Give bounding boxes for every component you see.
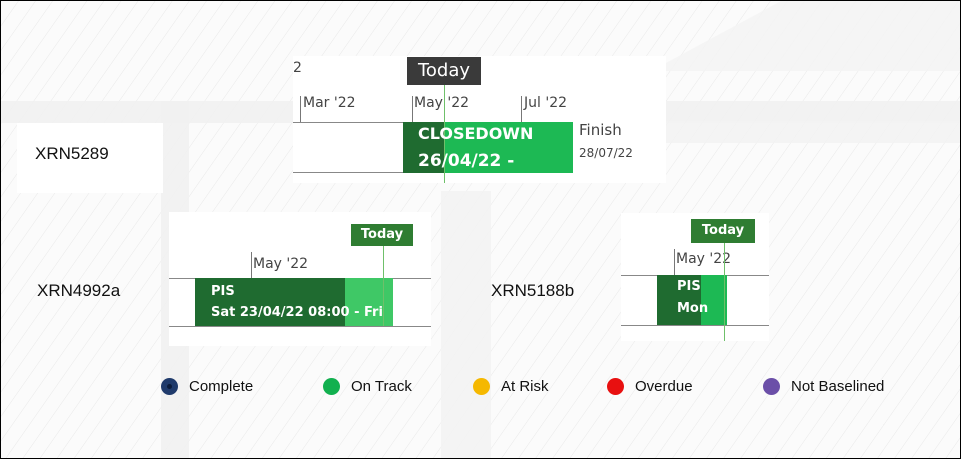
- on-track-dot-icon: [323, 378, 340, 395]
- today-marker: Today: [351, 224, 413, 246]
- tick-label-mar: Mar '22: [303, 95, 356, 111]
- tick-label-may: May '22: [253, 256, 309, 272]
- gantt-bar-task-date: Sat 23/04/22 08:00 - Fri: [211, 305, 383, 320]
- gantt-bar-task-name: PIS: [677, 279, 701, 294]
- slide-frame: XRN5289 2 Today Mar '22 May '22 Jul '22 …: [0, 0, 961, 459]
- at-risk-dot-icon: [473, 378, 490, 395]
- legend-label: At Risk: [501, 378, 549, 395]
- gantt-bar-task-name: PIS: [211, 284, 235, 299]
- legend-item-overdue: Overdue: [607, 378, 693, 395]
- tick-line-may: [674, 249, 675, 275]
- legend-label: Not Baselined: [791, 378, 885, 395]
- finish-label: Finish: [579, 121, 622, 139]
- gantt-snippet-xrn4992a: Today May '22 PIS Sat 23/04/22 08:00 - F…: [169, 212, 431, 346]
- legend-item-not-baselined: Not Baselined: [763, 378, 884, 395]
- tick-line-jul: [521, 96, 522, 122]
- tick-line-may: [412, 96, 413, 122]
- today-marker: Today: [407, 57, 481, 85]
- tick-line-may: [251, 252, 252, 278]
- gantt-snippet-xrn5289: 2 Today Mar '22 May '22 Jul '22 CLOSEDOW…: [293, 56, 666, 183]
- row-bottom-line: [621, 325, 769, 326]
- gantt-bar-task-name: CLOSEDOWN: [418, 124, 534, 143]
- gantt-snippet-xrn5188b: Today May '22 PIS Mon: [621, 213, 769, 341]
- legend-label: Complete: [189, 378, 254, 395]
- tick-label-may: May '22: [414, 95, 470, 111]
- today-line: [724, 243, 725, 341]
- legend-label: On Track: [351, 378, 412, 395]
- tick-label-partial: 2: [293, 60, 302, 76]
- tick-line-mar: [300, 96, 301, 122]
- legend-label: Overdue: [635, 378, 693, 395]
- not-baselined-dot-icon: [763, 378, 780, 395]
- legend-item-complete: Complete: [161, 378, 253, 395]
- tick-label-may: May '22: [676, 251, 732, 267]
- gantt-bar-task-date: 26/04/22 -: [418, 151, 515, 171]
- legend-item-at-risk: At Risk: [473, 378, 549, 395]
- gantt-bar-task-date: Mon: [677, 301, 709, 316]
- row-label-xrn5188b: XRN5188b: [491, 281, 575, 300]
- overdue-dot-icon: [607, 378, 624, 395]
- row-label-xrn5289: XRN5289: [35, 144, 109, 163]
- complete-dot-icon: [161, 378, 178, 395]
- row-bottom-line: [293, 172, 405, 173]
- row-top-line: [293, 122, 405, 123]
- row-bottom-line: [169, 326, 431, 327]
- finish-date: 28/07/22: [579, 146, 633, 160]
- legend-item-on-track: On Track: [323, 378, 412, 395]
- row-label-xrn4992a: XRN4992a: [37, 281, 121, 300]
- today-marker: Today: [691, 219, 755, 243]
- today-line: [383, 246, 384, 326]
- tick-label-jul: Jul '22: [524, 95, 568, 111]
